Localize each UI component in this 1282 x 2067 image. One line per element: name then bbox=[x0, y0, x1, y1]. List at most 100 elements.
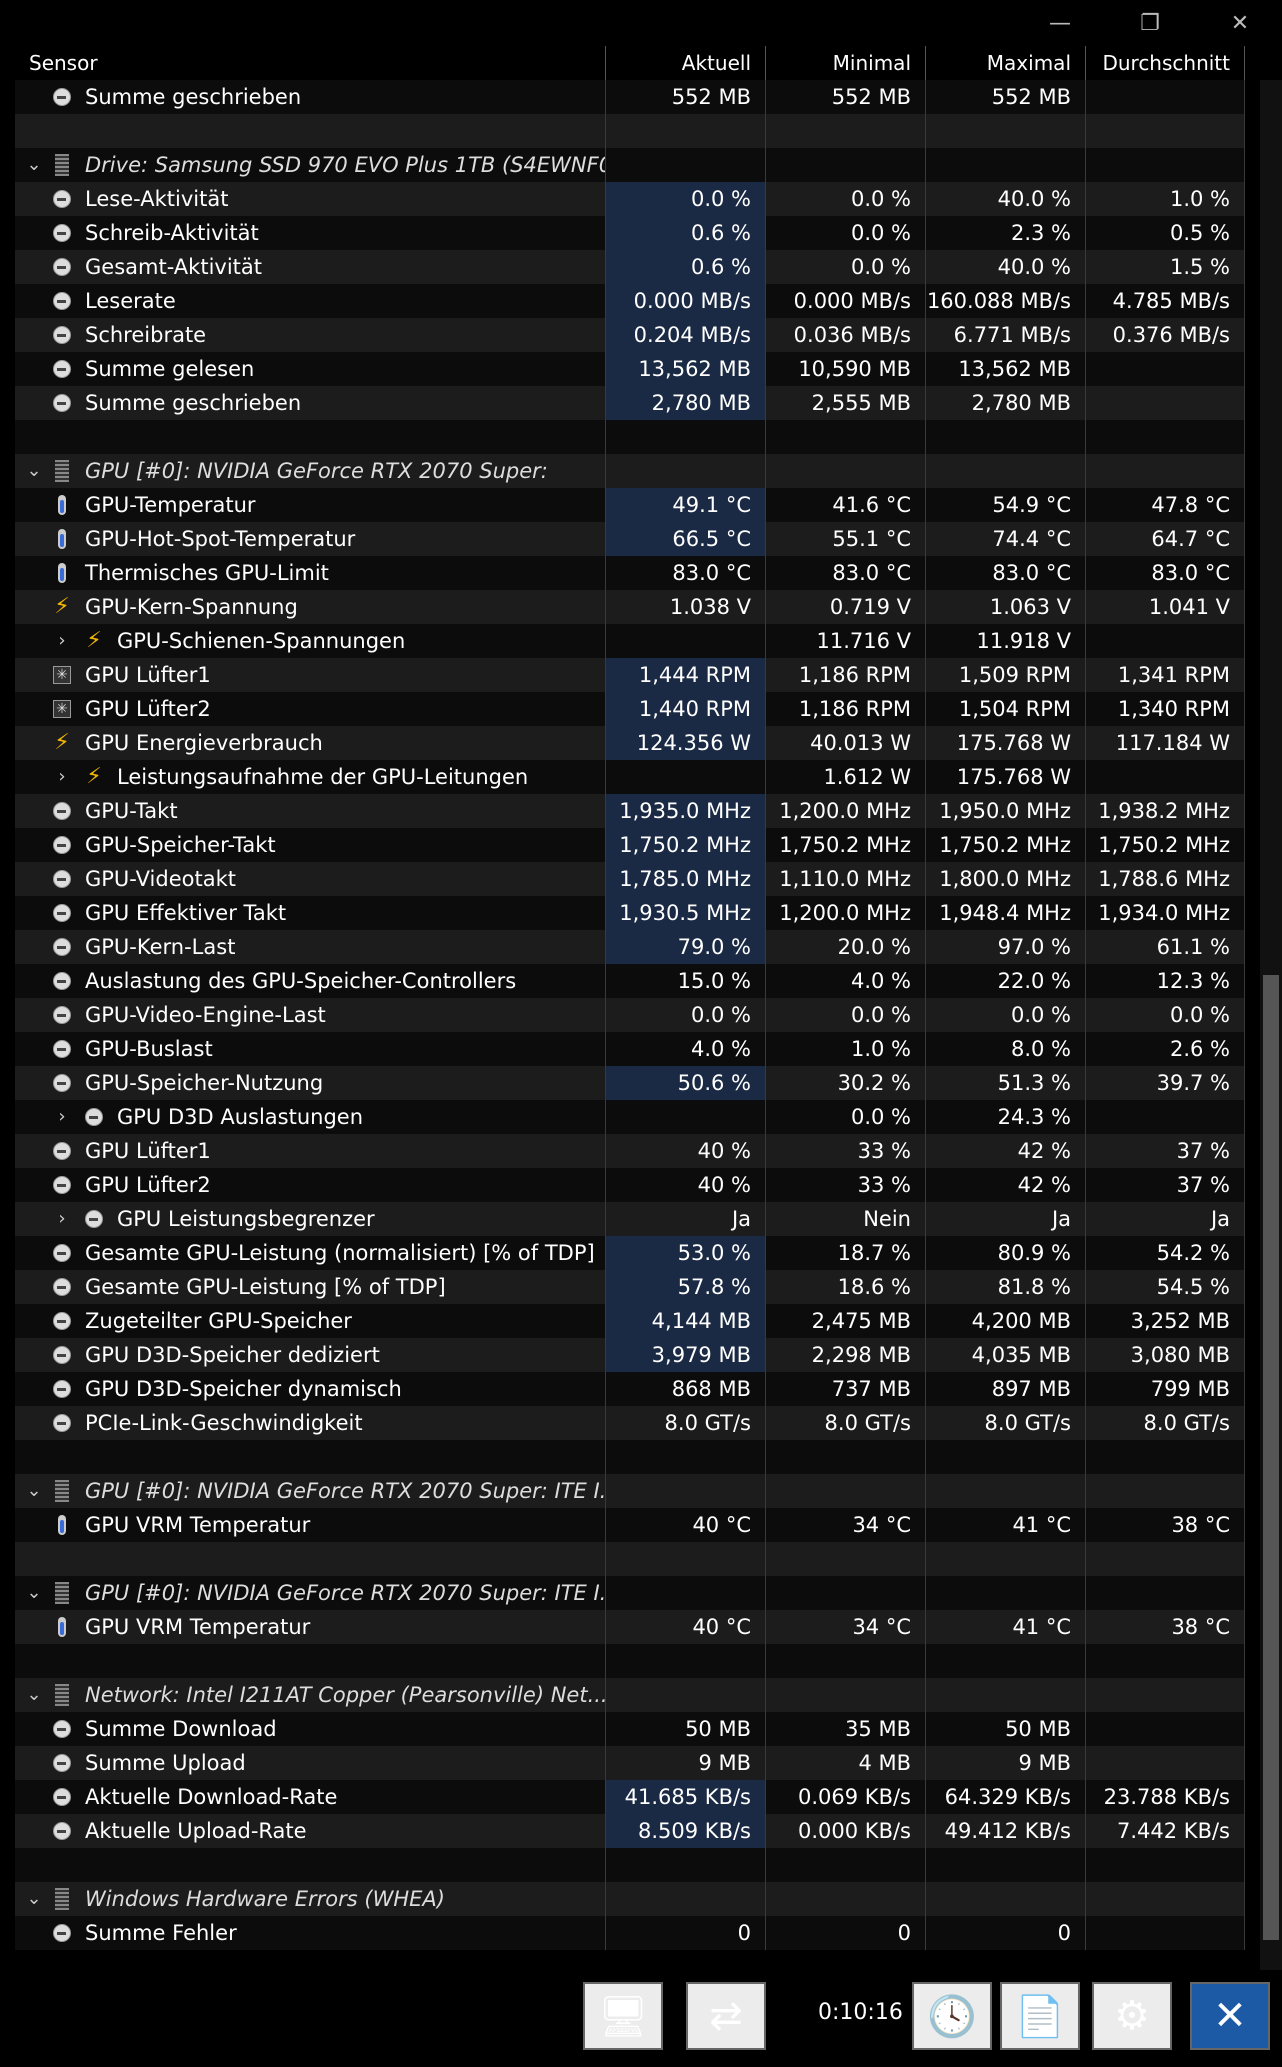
column-max[interactable]: Maximal bbox=[926, 46, 1086, 80]
clock-icon bbox=[51, 1174, 73, 1196]
max-value bbox=[926, 420, 1086, 454]
clock-icon bbox=[51, 324, 73, 346]
table-row[interactable]: ✳ GPU Lüfter2 1,440 RPM 1,186 RPM 1,504 RPM 1… bbox=[15, 692, 1245, 726]
expand-icon[interactable]: › bbox=[51, 624, 73, 658]
group-row[interactable]: ⌄ GPU [#0]: NVIDIA GeForce RTX 2070 Super… bbox=[15, 1474, 1245, 1508]
collapse-icon[interactable]: ⌄ bbox=[23, 454, 45, 488]
network-monitor-button[interactable]: 🖥 bbox=[583, 1982, 663, 2050]
table-row[interactable]: GPU-Buslast 4.0 % 1.0 % 8.0 % 2.6 % bbox=[15, 1032, 1245, 1066]
avg-value: 54.5 % bbox=[1086, 1270, 1245, 1304]
settings-button[interactable]: ⚙ bbox=[1092, 1982, 1172, 2050]
min-value: 18.6 % bbox=[766, 1270, 926, 1304]
current-value bbox=[606, 1848, 766, 1882]
table-row[interactable]: Summe geschrieben 552 MB 552 MB 552 MB bbox=[15, 80, 1245, 114]
current-value: 0.204 MB/s bbox=[606, 318, 766, 352]
collapse-icon[interactable]: ⌄ bbox=[23, 1678, 45, 1712]
sensor-name-cell: › ⚡ GPU-Schienen-Spannungen bbox=[15, 624, 606, 658]
chip-icon bbox=[51, 1888, 73, 1910]
table-row[interactable]: GPU Lüfter2 40 % 33 % 42 % 37 % bbox=[15, 1168, 1245, 1202]
expand-icon[interactable]: › bbox=[51, 760, 73, 794]
table-row[interactable]: GPU-Speicher-Nutzung 50.6 % 30.2 % 51.3 % 39… bbox=[15, 1066, 1245, 1100]
table-row[interactable]: Summe Upload 9 MB 4 MB 9 MB bbox=[15, 1746, 1245, 1780]
current-value bbox=[606, 1474, 766, 1508]
clock-icon bbox=[51, 1072, 73, 1094]
group-row[interactable]: ⌄ GPU [#0]: NVIDIA GeForce RTX 2070 Super… bbox=[15, 1576, 1245, 1610]
table-row[interactable]: GPU D3D-Speicher dynamisch 868 MB 737 MB 89… bbox=[15, 1372, 1245, 1406]
table-row[interactable]: Schreib-Aktivität 0.6 % 0.0 % 2.3 % 0.5 % bbox=[15, 216, 1245, 250]
close-window-button[interactable]: ✕ bbox=[1210, 0, 1270, 46]
column-min[interactable]: Minimal bbox=[766, 46, 926, 80]
sensor-label: GPU-Video-Engine-Last bbox=[85, 1003, 326, 1027]
table-row[interactable]: ⚡ GPU Energieverbrauch 124.356 W 40.013 W 17… bbox=[15, 726, 1245, 760]
group-row[interactable]: ⌄ GPU [#0]: NVIDIA GeForce RTX 2070 Super… bbox=[15, 454, 1245, 488]
table-row[interactable]: ⚡ GPU-Kern-Spannung 1.038 V 0.719 V 1.063 V1… bbox=[15, 590, 1245, 624]
report-button[interactable]: 📄 bbox=[1000, 1982, 1080, 2050]
collapse-icon[interactable]: ⌄ bbox=[23, 1576, 45, 1610]
min-value: 55.1 °C bbox=[766, 522, 926, 556]
table-row[interactable]: GPU VRM Temperatur 40 °C 34 °C 41 °C 38 °C bbox=[15, 1508, 1245, 1542]
column-current[interactable]: Aktuell bbox=[606, 46, 766, 80]
avg-value: 23.788 KB/s bbox=[1086, 1780, 1245, 1814]
column-sensor[interactable]: Sensor bbox=[15, 46, 606, 80]
table-row[interactable]: GPU Effektiver Takt 1,930.5 MHz 1,200.0 MH… bbox=[15, 896, 1245, 930]
table-row[interactable]: Auslastung des GPU-Speicher-Controllers 1… bbox=[15, 964, 1245, 998]
table-row[interactable]: ✳ GPU Lüfter1 1,444 RPM 1,186 RPM 1,509 RPM 1… bbox=[15, 658, 1245, 692]
clock-icon bbox=[51, 86, 73, 108]
table-row[interactable]: Gesamte GPU-Leistung [% of TDP] 57.8 % 18.… bbox=[15, 1270, 1245, 1304]
table-row[interactable]: Leserate 0.000 MB/s 0.000 MB/s 160.088 MB/s… bbox=[15, 284, 1245, 318]
restore-button[interactable]: ❐ bbox=[1120, 0, 1180, 46]
table-row[interactable]: Summe Download 50 MB 35 MB 50 MB bbox=[15, 1712, 1245, 1746]
table-row[interactable]: GPU D3D-Speicher dediziert 3,979 MB 2,298 … bbox=[15, 1338, 1245, 1372]
table-row[interactable]: GPU-Videotakt 1,785.0 MHz 1,110.0 MHz 1,800… bbox=[15, 862, 1245, 896]
avg-value bbox=[1086, 80, 1245, 114]
sensor-name-cell: GPU Effektiver Takt bbox=[15, 896, 606, 930]
sensor-table: Summe geschrieben 552 MB 552 MB 552 MB ⌄ Driv… bbox=[15, 80, 1245, 1955]
sensor-name-cell: GPU-Takt bbox=[15, 794, 606, 828]
table-row[interactable]: › ⚡ GPU-Schienen-Spannungen 11.716 V 11.918 … bbox=[15, 624, 1245, 658]
table-row[interactable]: Summe gelesen 13,562 MB 10,590 MB 13,562 MB bbox=[15, 352, 1245, 386]
scrollbar-thumb[interactable] bbox=[1263, 975, 1279, 1940]
table-row[interactable]: › GPU D3D Auslastungen 0.0 % 24.3 % bbox=[15, 1100, 1245, 1134]
table-row[interactable]: GPU-Speicher-Takt 1,750.2 MHz 1,750.2 MHz 1… bbox=[15, 828, 1245, 862]
group-row[interactable]: ⌄ Network: Intel I211AT Copper (Pearsonvi… bbox=[15, 1678, 1245, 1712]
table-row[interactable]: Summe Fehler 0 0 0 bbox=[15, 1916, 1245, 1950]
group-row[interactable]: ⌄ Drive: Samsung SSD 970 EVO Plus 1TB (S4… bbox=[15, 148, 1245, 182]
table-row[interactable]: Thermisches GPU-Limit 83.0 °C 83.0 °C 83.0 … bbox=[15, 556, 1245, 590]
table-row[interactable]: Schreibrate 0.204 MB/s 0.036 MB/s 6.771 MB/… bbox=[15, 318, 1245, 352]
table-row[interactable]: GPU-Video-Engine-Last 0.0 % 0.0 % 0.0 % 0.0 … bbox=[15, 998, 1245, 1032]
collapse-icon[interactable]: ⌄ bbox=[23, 1882, 45, 1916]
sensor-label: GPU VRM Temperatur bbox=[85, 1513, 311, 1537]
table-row[interactable]: › ⚡ Leistungsaufnahme der GPU-Leitungen 1.6… bbox=[15, 760, 1245, 794]
exit-button[interactable]: ✕ bbox=[1190, 1982, 1270, 2050]
table-row[interactable]: PCIe-Link-Geschwindigkeit 8.0 GT/s 8.0 GT/… bbox=[15, 1406, 1245, 1440]
expand-icon[interactable]: › bbox=[51, 1100, 73, 1134]
table-row[interactable]: › GPU Leistungsbegrenzer Ja Nein Ja Ja bbox=[15, 1202, 1245, 1236]
table-row[interactable]: Gesamte GPU-Leistung (normalisiert) [% o… bbox=[15, 1236, 1245, 1270]
table-row[interactable]: GPU-Temperatur 49.1 °C 41.6 °C 54.9 °C 47.8 … bbox=[15, 488, 1245, 522]
sensor-name-cell: GPU Lüfter2 bbox=[15, 1168, 606, 1202]
thermometer-icon bbox=[51, 528, 73, 550]
column-avg[interactable]: Durchschnitt bbox=[1086, 46, 1245, 80]
minimize-button[interactable]: — bbox=[1030, 0, 1090, 46]
table-row[interactable]: Aktuelle Download-Rate 41.685 KB/s 0.069 K… bbox=[15, 1780, 1245, 1814]
table-row[interactable]: Gesamt-Aktivität 0.6 % 0.0 % 40.0 % 1.5 % bbox=[15, 250, 1245, 284]
clock-button[interactable]: 🕓 bbox=[912, 1982, 992, 2050]
min-value bbox=[766, 1882, 926, 1916]
clock-icon bbox=[51, 1922, 73, 1944]
table-row[interactable]: GPU VRM Temperatur 40 °C 34 °C 41 °C 38 °C bbox=[15, 1610, 1245, 1644]
table-row[interactable]: Zugeteilter GPU-Speicher 4,144 MB 2,475 MB… bbox=[15, 1304, 1245, 1338]
expand-icon[interactable]: › bbox=[51, 1202, 73, 1236]
current-value: 2,780 MB bbox=[606, 386, 766, 420]
collapse-icon[interactable]: ⌄ bbox=[23, 1474, 45, 1508]
current-value: 0 bbox=[606, 1916, 766, 1950]
table-row[interactable]: GPU-Takt 1,935.0 MHz 1,200.0 MHz 1,950.0 MH… bbox=[15, 794, 1245, 828]
collapse-icon[interactable]: ⌄ bbox=[23, 148, 45, 182]
table-row[interactable]: GPU Lüfter1 40 % 33 % 42 % 37 % bbox=[15, 1134, 1245, 1168]
table-row[interactable]: GPU-Kern-Last 79.0 % 20.0 % 97.0 % 61.1 % bbox=[15, 930, 1245, 964]
table-row[interactable]: GPU-Hot-Spot-Temperatur 66.5 °C 55.1 °C 74.… bbox=[15, 522, 1245, 556]
table-row[interactable]: Aktuelle Upload-Rate 8.509 KB/s 0.000 KB/s… bbox=[15, 1814, 1245, 1848]
group-row[interactable]: ⌄ Windows Hardware Errors (WHEA) bbox=[15, 1882, 1245, 1916]
table-row[interactable]: Summe geschrieben 2,780 MB 2,555 MB 2,780 M… bbox=[15, 386, 1245, 420]
compare-button[interactable]: ⇄ bbox=[686, 1982, 766, 2050]
table-row[interactable]: Lese-Aktivität 0.0 % 0.0 % 40.0 % 1.0 % bbox=[15, 182, 1245, 216]
